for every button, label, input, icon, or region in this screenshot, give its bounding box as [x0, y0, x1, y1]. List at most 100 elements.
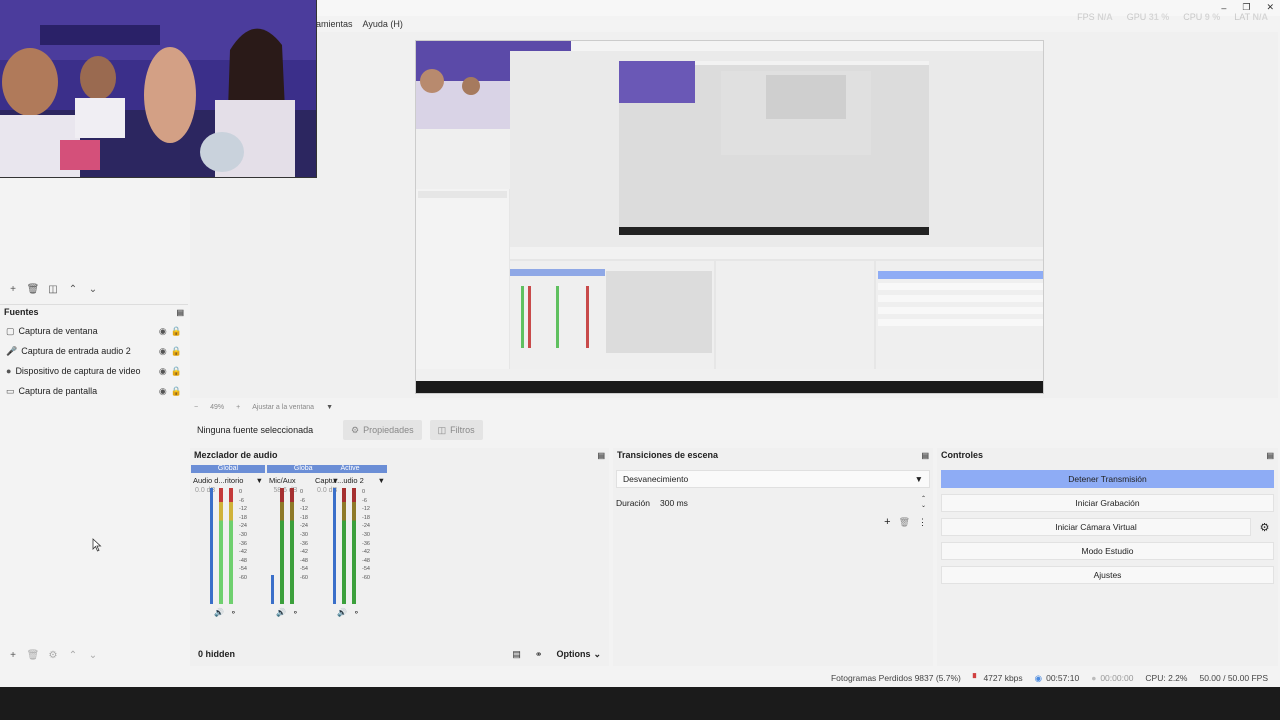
duration-input[interactable]: 300 ms ⌃ ⌄ [660, 494, 930, 512]
volume-fader[interactable] [333, 488, 336, 604]
add-icon[interactable]: + [6, 282, 20, 296]
cpu-usage: CPU: 2.2% [1145, 673, 1188, 683]
studio-mode-button[interactable]: Modo Estudio [941, 542, 1274, 560]
speaker-icon[interactable]: 🔊 [337, 608, 347, 617]
chevron-down-icon: ⌄ [593, 648, 601, 659]
gear-icon[interactable]: ⚙ [46, 648, 60, 662]
trash-icon[interactable]: 🗑 [26, 282, 40, 296]
microphone-icon: 🎤 [6, 345, 18, 356]
zoom-bar: − 49% + Ajustar a la ventana ▼ [194, 400, 333, 414]
gpu-label: GPU [1126, 12, 1147, 22]
headphones-icon[interactable]: ⚬ [230, 608, 237, 617]
eye-icon[interactable]: ◉ [159, 326, 167, 337]
record-time: 00:00:00 [1100, 673, 1134, 683]
source-name: Captura de pantalla [18, 386, 98, 396]
lock-icon[interactable]: 🔒 [171, 346, 182, 357]
controls-title: Controles [941, 450, 984, 460]
eye-icon[interactable]: ◉ [159, 386, 167, 397]
stop-stream-button[interactable]: Detener Transmisión [941, 470, 1274, 488]
spinner-icon[interactable]: ⌃ ⌄ [921, 496, 926, 510]
sources-title: Fuentes [4, 307, 39, 317]
volume-meter: 0 -6 -12 -18 -24 -30 -36 -42 -48 -54 -60 [210, 488, 247, 604]
speaker-icon[interactable]: 🔊 [276, 608, 286, 617]
fps-status: 50.00 / 50.00 FPS [1199, 673, 1268, 683]
preview-canvas[interactable] [415, 40, 1044, 394]
menu-help[interactable]: Ayuda (H) [363, 19, 403, 29]
add-icon[interactable]: + [884, 516, 890, 528]
meter-scale: 0 -6 -12 -18 -24 -30 -36 -42 -48 -54 -60 [239, 489, 247, 581]
source-toolbar: Ninguna fuente seleccionada ⚙ Propiedade… [190, 419, 1278, 441]
options-button[interactable]: Options ⌄ [556, 649, 601, 660]
eye-icon[interactable]: ◉ [159, 346, 167, 357]
zoom-in-button[interactable]: + [236, 404, 240, 411]
speaker-icon[interactable]: 🔊 [214, 608, 224, 617]
menu-tools[interactable]: amientas [316, 19, 353, 29]
audio-mixer-dock: Mezclador de audio ▤ Global Audio d...ri… [190, 448, 609, 666]
filter-icon[interactable]: ◫ [46, 282, 60, 296]
more-icon[interactable]: ⋮ [918, 517, 927, 528]
status-bar: Fotogramas Perdidos 9837 (5.7%) ▘ 4727 k… [0, 670, 1280, 686]
mixer-footer: 0 hidden ▤ ⚭ Options ⌄ [190, 646, 609, 662]
chevron-down-icon[interactable]: ▼ [378, 476, 385, 485]
transitions-dock: Transiciones de escena ▤ Desvanecimiento… [613, 448, 933, 666]
sources-toolbar: + 🗑 ⚙ ⌃ ⌄ [6, 648, 100, 662]
lock-icon[interactable]: 🔒 [171, 326, 182, 337]
controls-dock: Controles ▤ Detener Transmisión Iniciar … [937, 448, 1278, 666]
lock-icon[interactable]: 🔒 [171, 366, 182, 377]
lat-value: N/A [1252, 12, 1269, 22]
source-item[interactable]: ▢ Captura de ventana ◉ 🔒 [6, 322, 182, 340]
mixer-title: Mezclador de audio [194, 450, 278, 460]
zoom-out-button[interactable]: − [194, 404, 198, 411]
webcam-image [0, 0, 316, 177]
gpu-value: 31 % [1148, 12, 1170, 22]
link-icon[interactable]: ⚭ [535, 649, 543, 660]
settings-button[interactable]: Ajustes [941, 566, 1274, 584]
down-icon[interactable]: ⌄ [86, 648, 100, 662]
properties-button[interactable]: ⚙ Propiedades [343, 420, 422, 440]
lat-label: LAT [1234, 12, 1250, 22]
source-item[interactable]: 🎤 Captura de entrada audio 2 ◉ 🔒 [6, 342, 182, 360]
headphones-icon[interactable]: ⚬ [353, 608, 360, 617]
source-item[interactable]: ▭ Captura de pantalla ◉ 🔒 [6, 382, 182, 400]
gear-icon[interactable]: ⚙ [1255, 518, 1274, 536]
undock-icon[interactable]: ▤ [176, 308, 184, 317]
add-icon[interactable]: + [6, 648, 20, 662]
trash-icon[interactable]: 🗑 [26, 648, 40, 662]
channel-name: Captur...udio 2 [315, 475, 364, 485]
layout-icon[interactable]: ▤ [512, 649, 521, 660]
mixer-header: Mezclador de audio ▤ [190, 448, 609, 462]
window-icon: ▢ [6, 325, 15, 336]
volume-fader[interactable] [210, 488, 213, 604]
volume-fader[interactable] [271, 488, 274, 604]
undock-icon[interactable]: ▤ [1266, 451, 1274, 460]
cpu-value: 9 % [1204, 12, 1221, 22]
fit-to-window[interactable]: Ajustar a la ventana [252, 404, 314, 411]
bitrate: 4727 kbps [983, 673, 1023, 683]
down-icon[interactable]: ⌄ [86, 282, 100, 296]
record-icon: ● [1091, 673, 1097, 683]
up-icon[interactable]: ⌃ [66, 648, 80, 662]
start-virtual-camera-button[interactable]: Iniciar Cámara Virtual [941, 518, 1251, 536]
source-item[interactable]: ● Dispositivo de captura de video ◉ 🔒 [6, 362, 182, 380]
up-icon[interactable]: ⌃ [66, 282, 80, 296]
eye-icon[interactable]: ◉ [159, 366, 167, 377]
start-recording-button[interactable]: Iniciar Grabación [941, 494, 1274, 512]
undock-icon[interactable]: ▤ [597, 451, 605, 460]
headphones-icon[interactable]: ⚬ [292, 608, 299, 617]
controls-header: Controles ▤ [937, 448, 1278, 462]
undock-icon[interactable]: ▤ [921, 451, 929, 460]
cpu-label: CPU [1183, 12, 1203, 22]
trash-icon[interactable]: 🗑 [899, 517, 910, 528]
filters-button[interactable]: ◫ Filtros [429, 420, 483, 440]
lock-icon[interactable]: 🔒 [171, 386, 182, 397]
transition-select[interactable]: Desvanecimiento ▼ [616, 470, 930, 488]
left-panel [0, 178, 188, 666]
meter-bar [290, 488, 294, 604]
chevron-down-icon[interactable]: ▼ [326, 404, 333, 411]
signal-icon: ▘ [972, 672, 980, 683]
chevron-down-icon[interactable]: ▼ [256, 476, 263, 485]
scenes-toolbar: + 🗑 ◫ ⌃ ⌄ [6, 282, 100, 296]
duration-label: Duración [616, 498, 651, 508]
minimize-icon[interactable]: – [1221, 3, 1226, 13]
mouse-cursor-icon [92, 538, 102, 552]
